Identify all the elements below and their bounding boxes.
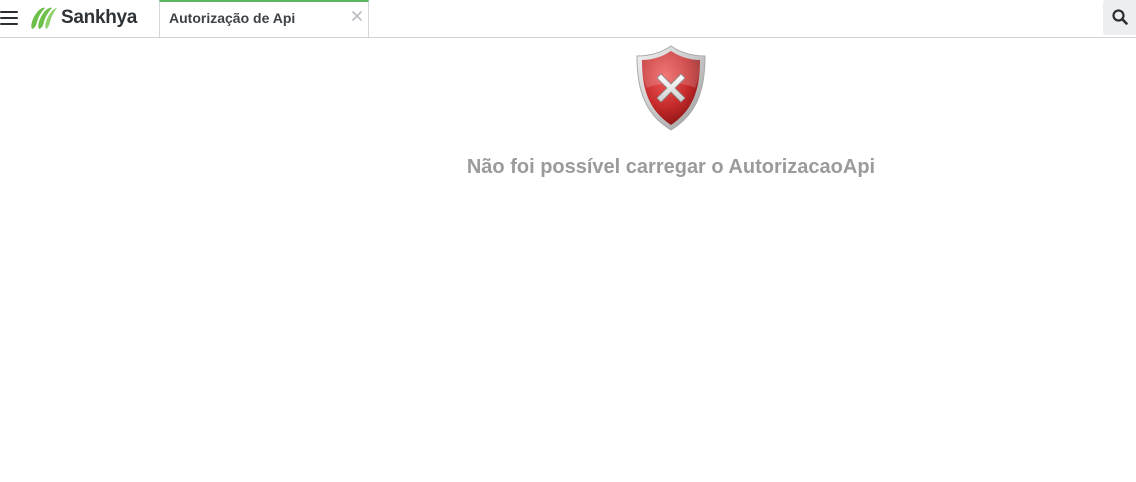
close-icon[interactable] <box>352 11 362 21</box>
error-message: Não foi possível carregar o AutorizacaoA… <box>466 156 876 178</box>
hamburger-icon[interactable] <box>0 11 18 25</box>
main-content: Não foi possível carregar o AutorizacaoA… <box>0 39 1136 482</box>
tab-label: Autorização de Api <box>169 10 296 26</box>
tab-autorizacao-de-api[interactable]: Autorização de Api <box>159 0 369 37</box>
search-button[interactable] <box>1103 0 1136 35</box>
error-shield-icon <box>636 45 706 131</box>
search-icon <box>1112 9 1128 25</box>
sankhya-logo-icon <box>31 7 57 29</box>
top-bar: Sankhya Autorização de Api <box>0 0 1136 38</box>
brand-name: Sankhya <box>61 7 138 28</box>
app-logo[interactable]: Sankhya <box>29 5 137 31</box>
